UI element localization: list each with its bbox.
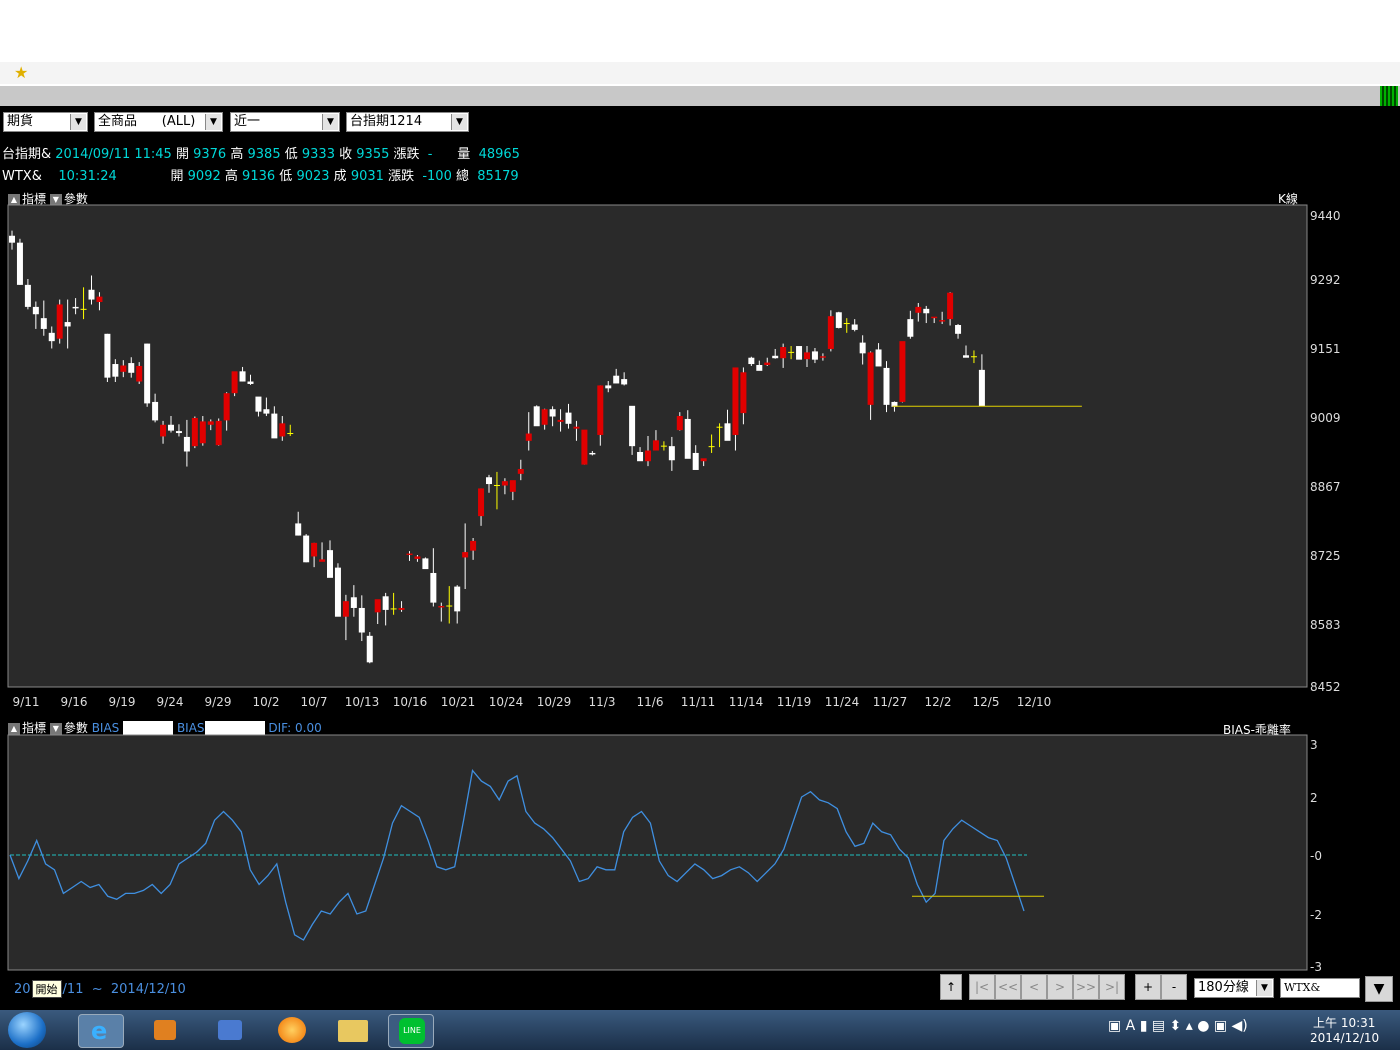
last-button[interactable]: >| bbox=[1099, 974, 1125, 1000]
bias2-input[interactable] bbox=[204, 720, 265, 737]
windows-taskbar: e LINE ▣ A ▮ ▤ ⬍ ▴ ● ▣ ◀) 上午 10:31 2014/… bbox=[0, 1010, 1400, 1050]
symbol-value: WTX& bbox=[1284, 981, 1321, 994]
quote2-time: 10:31:24 bbox=[58, 169, 117, 184]
period-select[interactable]: 近一 ▼ bbox=[230, 112, 340, 132]
sub-panel-header: ▲ 指標 ▼ 參數 BIAS BIAS DIF: 0.00 bbox=[8, 719, 322, 737]
quote1-high: 9385 bbox=[247, 147, 281, 162]
interval-select[interactable]: 180分線 ▼ bbox=[1194, 978, 1274, 998]
line-app-icon[interactable]: LINE bbox=[388, 1014, 434, 1048]
tray-time: 上午 10:31 bbox=[1313, 1016, 1376, 1030]
bias1-label: BIAS bbox=[91, 721, 120, 735]
tray-date: 2014/12/10 bbox=[1310, 1031, 1380, 1045]
period-select-value: 近一 bbox=[234, 114, 261, 129]
chart-app: 期貨 ▼ 全商品 (ALL) ▼ 近一 ▼ 台指期1214 ▼ 台指期& 2014/09… bbox=[0, 106, 1400, 1010]
interval-value: 180分線 bbox=[1198, 980, 1249, 995]
zoom-out-button[interactable]: - bbox=[1161, 974, 1187, 1000]
quote1-high-label: 高 bbox=[230, 147, 244, 162]
quote2-last: 9031 bbox=[350, 169, 384, 184]
quote2-total-label: 總 bbox=[456, 169, 470, 184]
quote2-low: 9023 bbox=[296, 169, 330, 184]
date-range: 20 開始/11 ~ 2014/12/10 bbox=[14, 980, 186, 998]
main-chart-type-label: K線 bbox=[1278, 192, 1298, 206]
quote2-high-label: 高 bbox=[224, 169, 238, 184]
first-button[interactable]: |< bbox=[969, 974, 995, 1000]
sub-param-label[interactable]: 參數 bbox=[64, 721, 88, 735]
bias2-label: BIAS bbox=[176, 721, 205, 735]
chevron-down-icon[interactable]: ▼ bbox=[205, 114, 221, 130]
main-panel-header: ▲ 指標 ▼ 參數 bbox=[8, 190, 88, 207]
zoom-in-button[interactable]: + bbox=[1135, 974, 1161, 1000]
quote1-close: 9355 bbox=[356, 147, 390, 162]
market-select-value: 期貨 bbox=[7, 114, 34, 129]
bubble-icon[interactable] bbox=[270, 1014, 314, 1046]
quote-line-1: 台指期& 2014/09/11 11:45 開 9376 高 9385 低 93… bbox=[2, 143, 520, 162]
dif-label: DIF: bbox=[268, 721, 292, 735]
folder-icon[interactable] bbox=[330, 1014, 374, 1046]
quote1-close-label: 收 bbox=[339, 147, 353, 162]
tray-icons[interactable]: ▣ A ▮ ▤ ⬍ ▴ ● ▣ ◀) bbox=[1108, 1018, 1248, 1034]
next-page-button[interactable]: >> bbox=[1073, 974, 1099, 1000]
chevron-down-icon[interactable]: ▼ bbox=[451, 114, 467, 130]
quote1-low: 9333 bbox=[301, 147, 335, 162]
range-start: 20 bbox=[14, 982, 31, 997]
quote1-vol-label: 量 bbox=[457, 147, 471, 162]
chevron-down-icon[interactable]: ▼ bbox=[1256, 980, 1272, 996]
quote2-chg-label: 漲跌 bbox=[388, 169, 415, 184]
quote2-open-label: 開 bbox=[170, 169, 184, 184]
up-button[interactable]: ↑ bbox=[940, 974, 962, 1000]
quote-line-2: WTX& 10:31:24 開 9092 高 9136 低 9023 成 903… bbox=[2, 165, 519, 184]
product-select[interactable]: 全商品 (ALL) ▼ bbox=[94, 112, 223, 132]
param-menu-icon[interactable]: ▼ bbox=[49, 722, 62, 735]
quote2-chg: -100 bbox=[422, 169, 452, 184]
product-select-value: 全商品 (ALL) bbox=[98, 114, 196, 129]
quote1-chg-label: 漲跌 bbox=[393, 147, 420, 162]
quote2-high: 9136 bbox=[242, 169, 276, 184]
start-tooltip: 開始 bbox=[31, 980, 62, 998]
favorites-bar: ★ bbox=[0, 62, 1400, 85]
window-frame-bar bbox=[0, 86, 1400, 106]
quote2-total: 85179 bbox=[477, 169, 519, 184]
app-icon[interactable] bbox=[208, 1014, 252, 1046]
sub-chart-type-label: BIAS-乖離率 bbox=[1223, 723, 1291, 737]
indicator-menu-icon[interactable]: ▲ bbox=[8, 722, 20, 735]
star-icon[interactable]: ★ bbox=[14, 62, 28, 84]
quote1-open: 9376 bbox=[193, 147, 227, 162]
quote2-last-label: 成 bbox=[333, 169, 347, 184]
dif-value: 0.00 bbox=[295, 721, 322, 735]
prev-button[interactable]: < bbox=[1021, 974, 1047, 1000]
quote2-name: WTX& bbox=[2, 169, 42, 184]
bias1-input[interactable] bbox=[123, 720, 174, 737]
quote1-datetime: 2014/09/11 11:45 bbox=[55, 147, 172, 162]
quote1-vol: 48965 bbox=[478, 147, 520, 162]
internet-explorer-icon[interactable]: e bbox=[78, 1014, 124, 1048]
prev-page-button[interactable]: << bbox=[995, 974, 1021, 1000]
market-select[interactable]: 期貨 ▼ bbox=[3, 112, 88, 132]
quote1-chg: - bbox=[427, 147, 433, 162]
chevron-down-icon[interactable]: ▼ bbox=[70, 114, 86, 130]
next-button[interactable]: > bbox=[1047, 974, 1073, 1000]
grid-icon[interactable] bbox=[1380, 86, 1398, 106]
chevron-down-icon[interactable]: ▼ bbox=[322, 114, 338, 130]
quote2-open: 9092 bbox=[187, 169, 221, 184]
dropdown-arrow-icon[interactable]: ▼ bbox=[1365, 976, 1393, 1002]
quote1-low-label: 低 bbox=[284, 147, 298, 162]
range-end: /11 ~ 2014/12/10 bbox=[62, 982, 186, 997]
indicator-label[interactable]: 指標 bbox=[22, 192, 46, 206]
contract-select-value: 台指期1214 bbox=[350, 114, 423, 129]
quote1-name: 台指期& bbox=[2, 147, 52, 162]
media-player-icon[interactable] bbox=[144, 1014, 188, 1046]
param-label[interactable]: 參數 bbox=[64, 192, 88, 206]
param-menu-icon[interactable]: ▼ bbox=[49, 193, 62, 206]
quote1-open-label: 開 bbox=[175, 147, 189, 162]
start-orb-icon[interactable] bbox=[8, 1012, 46, 1048]
symbol-input[interactable]: WTX& bbox=[1280, 978, 1360, 998]
browser-top-area bbox=[0, 0, 1400, 62]
sub-indicator-label[interactable]: 指標 bbox=[22, 721, 46, 735]
indicator-menu-icon[interactable]: ▲ bbox=[8, 193, 20, 206]
quote2-low-label: 低 bbox=[279, 169, 293, 184]
contract-select[interactable]: 台指期1214 ▼ bbox=[346, 112, 469, 132]
